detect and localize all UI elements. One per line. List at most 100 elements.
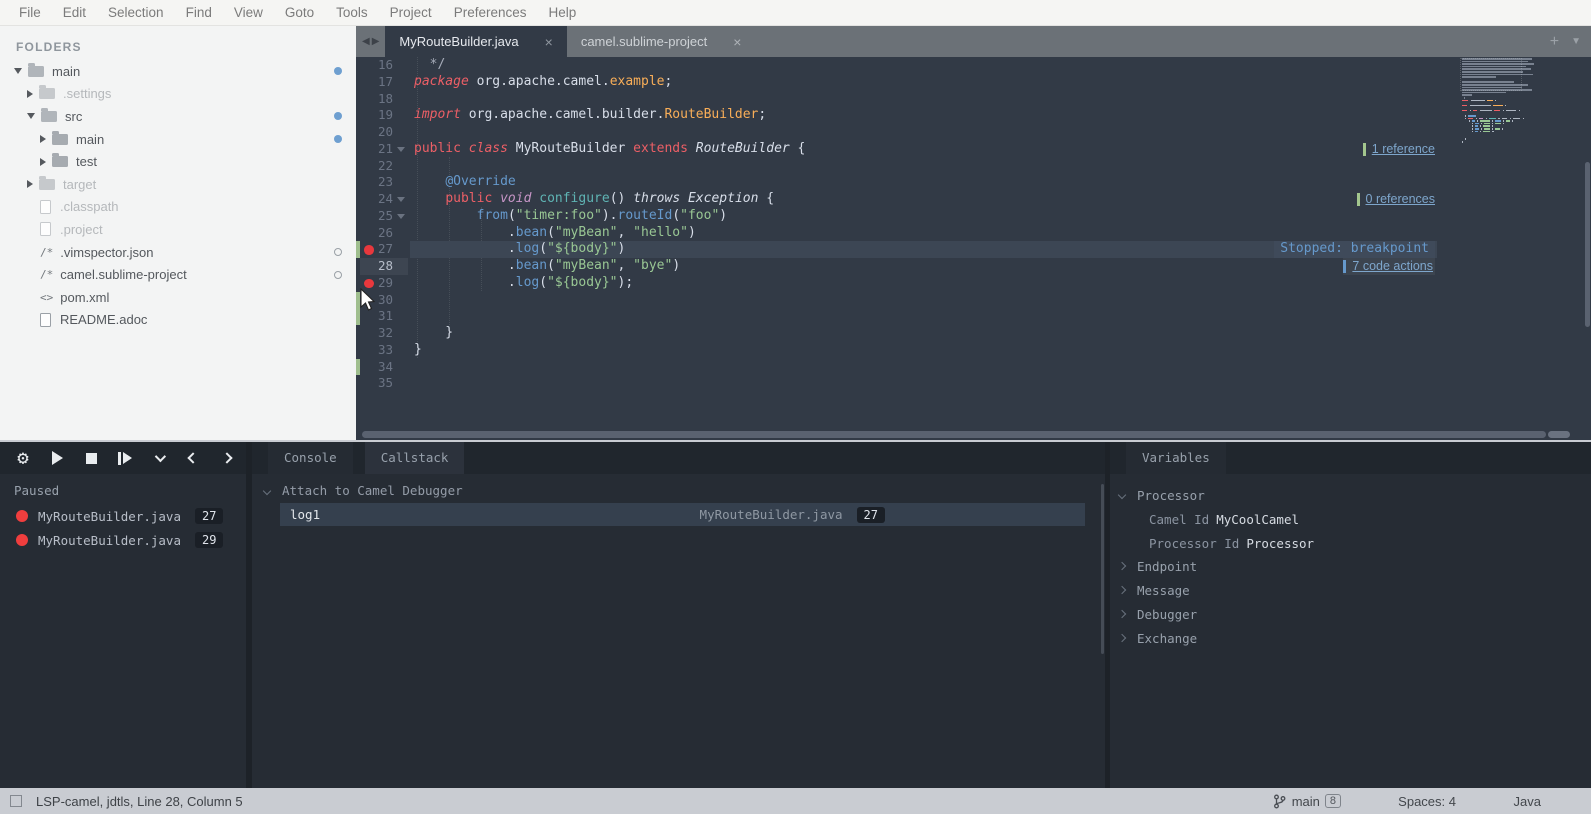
git-branch-indicator[interactable]: main 8 (1273, 788, 1341, 814)
tab-close-icon[interactable]: × (545, 34, 553, 50)
fold-arrow-icon[interactable] (397, 147, 405, 152)
expand-arrow-icon[interactable] (40, 135, 46, 143)
sidebar-file-.project[interactable]: .project (0, 218, 356, 241)
code-line-24[interactable]: 24 public void configure() throws Except… (356, 191, 1591, 208)
menu-item-selection[interactable]: Selection (97, 0, 175, 26)
horizontal-scrollbar[interactable] (362, 431, 1546, 438)
variable-item[interactable]: Processor IdProcessor (1110, 531, 1591, 555)
code-line-16[interactable]: 16 */ (356, 57, 1591, 74)
references-link[interactable]: 0 references (1357, 191, 1435, 208)
menu-item-goto[interactable]: Goto (274, 0, 325, 26)
tab-nav-arrows[interactable]: ◀ ▶ (356, 26, 385, 57)
minimap[interactable] (1462, 58, 1562, 153)
tab-MyRouteBuilder.java[interactable]: MyRouteBuilder.java× (385, 26, 566, 57)
variable-group-processor[interactable]: Processor (1110, 483, 1591, 507)
variable-group-endpoint[interactable]: Endpoint (1110, 554, 1591, 578)
sidebar-folder-target[interactable]: target (0, 173, 356, 196)
fold-arrow-icon[interactable] (397, 197, 405, 202)
breakpoint-dot-icon[interactable] (16, 534, 28, 546)
sidebar-folder-src[interactable]: src (0, 105, 356, 128)
variable-group-exchange[interactable]: Exchange (1110, 626, 1591, 650)
sidebar-folder-test[interactable]: test (0, 150, 356, 173)
menu-item-find[interactable]: Find (175, 0, 223, 26)
variable-item[interactable]: Camel IdMyCoolCamel (1110, 507, 1591, 531)
collapse-arrow-icon[interactable] (14, 68, 22, 74)
expand-arrow-icon[interactable] (27, 90, 33, 98)
code-line-35[interactable]: 35 (356, 375, 1591, 392)
menu-item-view[interactable]: View (223, 0, 274, 26)
vcs-status-icon[interactable] (10, 795, 22, 807)
syntax-indicator[interactable]: Java (1514, 788, 1541, 814)
sidebar-folder-.settings[interactable]: .settings (0, 83, 356, 106)
chevron-down-button[interactable] (148, 447, 170, 469)
menu-item-preferences[interactable]: Preferences (443, 0, 538, 26)
continue-button[interactable] (46, 447, 68, 469)
chevron-right-button[interactable] (216, 447, 238, 469)
code-line-33[interactable]: 33} (356, 342, 1591, 359)
variable-group-message[interactable]: Message (1110, 578, 1591, 602)
expand-arrow-icon[interactable] (40, 158, 46, 166)
sidebar-file-.vimspector.json[interactable]: /*.vimspector.json (0, 241, 356, 264)
vertical-scrollbar[interactable] (1585, 162, 1590, 327)
sidebar-folder-main[interactable]: main (0, 128, 356, 151)
step-over-button[interactable] (114, 447, 136, 469)
sidebar-file-README.adoc[interactable]: README.adoc (0, 309, 356, 332)
code-line-23[interactable]: 23 @Override (356, 174, 1591, 191)
code-line-28[interactable]: 28 .bean("myBean", "bye")7 code actions (356, 258, 1591, 275)
breakpoint-dot-icon[interactable] (16, 510, 28, 522)
sidebar-file-camel.sublime-project[interactable]: /*camel.sublime-project (0, 263, 356, 286)
breakpoint-item[interactable]: MyRouteBuilder.java29 (0, 528, 246, 552)
chevron-right-icon[interactable] (1118, 610, 1126, 618)
tab-camel.sublime-project[interactable]: camel.sublime-project× (567, 26, 756, 57)
console-scrollbar[interactable] (1101, 484, 1104, 654)
stop-button[interactable] (80, 447, 102, 469)
menu-item-project[interactable]: Project (379, 0, 443, 26)
menu-item-help[interactable]: Help (538, 0, 588, 26)
sidebar-file-.classpath[interactable]: .classpath (0, 196, 356, 219)
settings-gear-icon[interactable]: ⚙ (12, 447, 34, 469)
code-line-34[interactable]: 34 (356, 359, 1591, 376)
tab-nav-left-icon[interactable]: ◀ (362, 36, 370, 47)
variable-group-debugger[interactable]: Debugger (1110, 602, 1591, 626)
sidebar-folder-main[interactable]: main (0, 60, 356, 83)
chevron-left-button[interactable] (182, 447, 204, 469)
chevron-right-icon[interactable] (1118, 562, 1126, 570)
chevron-right-icon[interactable] (1118, 634, 1126, 642)
chevron-right-icon[interactable] (1118, 586, 1126, 594)
code-line-17[interactable]: 17package org.apache.camel.example; (356, 74, 1591, 91)
code-line-18[interactable]: 18 (356, 91, 1591, 108)
code-line-19[interactable]: 19import org.apache.camel.builder.RouteB… (356, 107, 1591, 124)
code-line-32[interactable]: 32 } (356, 325, 1591, 342)
code-line-31[interactable]: 31 (356, 308, 1591, 325)
code-editor[interactable]: 16 */17package org.apache.camel.example;… (356, 57, 1591, 429)
references-link[interactable]: 1 reference (1363, 141, 1435, 158)
expand-arrow-icon[interactable] (27, 180, 33, 188)
code-actions-link[interactable]: 7 code actions (1343, 258, 1435, 275)
code-line-30[interactable]: 30 (356, 292, 1591, 309)
code-line-22[interactable]: 22 (356, 158, 1591, 175)
code-line-25[interactable]: 25 from("timer:foo").routeId("foo") (356, 208, 1591, 225)
menu-item-edit[interactable]: Edit (52, 0, 97, 26)
collapse-arrow-icon[interactable] (27, 113, 35, 119)
tab-nav-right-icon[interactable]: ▶ (372, 36, 380, 47)
tab-close-icon[interactable]: × (733, 34, 741, 50)
code-line-20[interactable]: 20 (356, 124, 1591, 141)
sidebar-file-pom.xml[interactable]: <>pom.xml (0, 286, 356, 309)
fold-arrow-icon[interactable] (397, 214, 405, 219)
code-line-29[interactable]: 29 .log("${body}"); (356, 275, 1591, 292)
breakpoint-item[interactable]: MyRouteBuilder.java27 (0, 504, 246, 528)
tab-variables[interactable]: Variables (1126, 442, 1226, 474)
stack-frame-row[interactable]: log1MyRouteBuilder.java27 (280, 503, 1085, 526)
thread-row[interactable]: Attach to Camel Debugger (264, 483, 463, 498)
chevron-down-icon[interactable] (1118, 491, 1126, 499)
code-line-21[interactable]: 21public class MyRouteBuilder extends Ro… (356, 141, 1591, 158)
indentation-indicator[interactable]: Spaces: 4 (1398, 788, 1456, 814)
menu-item-tools[interactable]: Tools (325, 0, 379, 26)
tab-overflow-icon[interactable]: ▼ (1571, 36, 1581, 47)
tab-console[interactable]: Console (268, 442, 353, 474)
tab-callstack[interactable]: Callstack (365, 442, 465, 474)
code-line-27[interactable]: 27 .log("${body}")Stopped: breakpoint (356, 241, 1591, 258)
code-line-26[interactable]: 26 .bean("myBean", "hello") (356, 225, 1591, 242)
menu-item-file[interactable]: File (8, 0, 52, 26)
new-tab-icon[interactable]: + (1550, 33, 1559, 51)
